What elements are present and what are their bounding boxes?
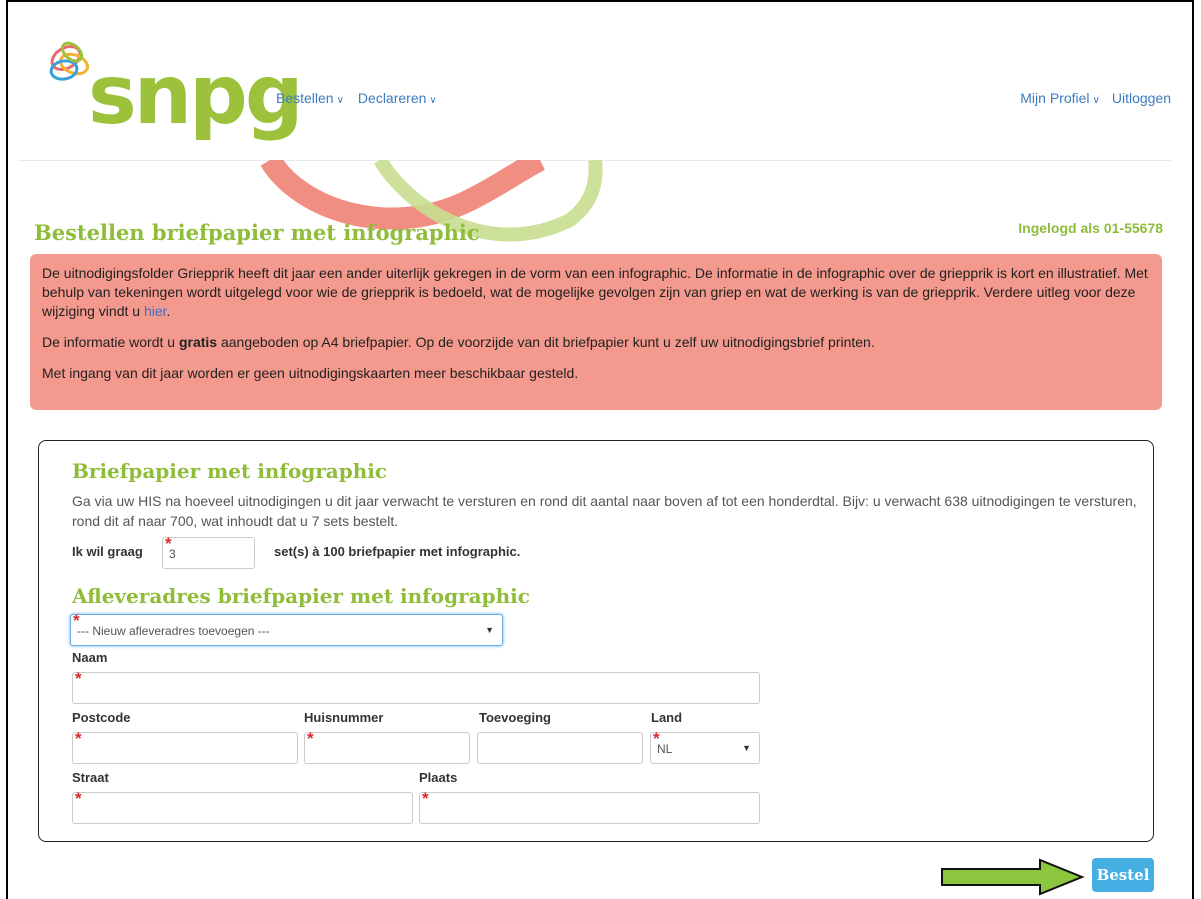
naam-input[interactable]: * [72,669,760,704]
notice-p1-end: . [166,303,171,319]
postcode-label: Postcode [72,710,131,725]
nav-profiel-label: Mijn Profiel [1020,90,1090,106]
notice-paragraph-1: De uitnodigingsfolder Griepprik heeft di… [42,264,1150,321]
toevoeging-label: Toevoeging [479,710,551,725]
chevron-down-icon: ∨ [336,95,344,106]
notice-p2-before: De informatie wordt u [42,334,179,350]
info-notice: De uitnodigingsfolder Griepprik heeft di… [30,254,1162,410]
brand-logo-text[interactable]: snpg [88,55,304,137]
quantity-input[interactable]: * 3 [162,534,255,569]
user-nav: Mijn Profiel ∨ Uitloggen [1020,90,1171,106]
qty-label: Ik wil graag [72,544,143,559]
notice-p2-after: aangeboden op A4 briefpapier. Op de voor… [217,334,875,350]
land-select[interactable]: * NL ▼ [650,729,760,764]
straat-label: Straat [72,770,109,785]
section-briefpapier-title: Briefpapier met infographic [72,459,388,483]
section-briefpapier-help: Ga via uw HIS na hoeveel uitnodigingen u… [72,493,1137,529]
main-nav: Bestellen ∨ Declareren ∨ [276,90,437,106]
nav-declareren-label: Declareren [357,90,427,106]
address-select-value: --- Nieuw afleveradres toevoegen --- [77,624,270,638]
section-afleveradres-title: Afleveradres briefpapier met infographic [72,584,530,608]
required-marker: * [75,789,82,808]
green-arrow-right-icon [941,858,1085,896]
nav-mijn-profiel[interactable]: Mijn Profiel ∨ [1020,90,1100,106]
required-marker: * [653,729,660,748]
naam-label: Naam [72,650,108,665]
postcode-input[interactable]: * [72,729,298,764]
nav-uitloggen[interactable]: Uitloggen [1112,90,1171,106]
required-marker: * [75,669,82,688]
qty-suffix: set(s) à 100 briefpapier met infographic… [274,544,521,559]
huisnummer-label: Huisnummer [304,710,384,725]
required-marker: * [307,729,314,748]
notice-p1-text: De uitnodigingsfolder Griepprik heeft di… [42,265,1148,319]
notice-p2-bold: gratis [178,334,218,350]
address-select[interactable]: * --- Nieuw afleveradres toevoegen --- ▼ [70,611,503,646]
caret-down-icon: ▼ [742,743,751,753]
page-title: Bestellen briefpapier met infographic [34,220,480,245]
nav-declareren[interactable]: Declareren ∨ [358,90,437,106]
straat-input[interactable]: * [72,789,413,824]
required-marker: * [75,729,82,748]
logged-in-status: Ingelogd als 01-55678 [1018,220,1163,236]
bestel-button[interactable]: Bestel [1092,858,1154,892]
chevron-down-icon: ∨ [429,95,437,106]
plaats-label: Plaats [419,770,458,785]
nav-bestellen[interactable]: Bestellen ∨ [276,90,344,106]
notice-paragraph-3: Met ingang van dit jaar worden er geen u… [42,365,579,381]
required-marker: * [73,611,80,630]
chevron-down-icon: ∨ [1092,95,1100,106]
required-marker: * [165,534,172,553]
required-marker: * [422,789,429,808]
nav-bestellen-label: Bestellen [276,90,334,106]
caret-down-icon: ▼ [485,625,494,635]
notice-paragraph-2: De informatie wordt u gratis aangeboden … [42,333,1150,352]
huisnummer-input[interactable]: * [304,729,470,764]
toevoeging-input[interactable] [477,732,643,764]
notice-hier-link[interactable]: hier [144,303,167,319]
land-label: Land [651,710,683,725]
plaats-input[interactable]: * [419,789,760,824]
